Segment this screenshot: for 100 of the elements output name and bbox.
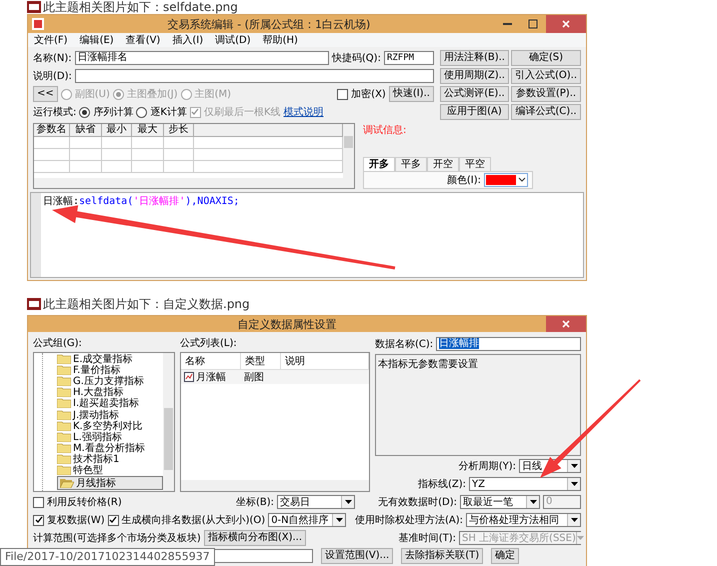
dialog-button[interactable]: 引入公式(O).. bbox=[510, 68, 581, 84]
tree-item[interactable]: 技术指标1 bbox=[57, 454, 163, 465]
shortcut-field[interactable]: RZFPM bbox=[384, 51, 434, 65]
tree-item[interactable]: K.多空势利对比 bbox=[57, 420, 163, 432]
tab[interactable]: 开多 bbox=[363, 157, 395, 171]
empty-cell bbox=[102, 137, 132, 149]
menu-item[interactable]: 调试(D) bbox=[215, 33, 251, 47]
tree-item[interactable]: E.成交量指标 bbox=[57, 353, 163, 364]
dialog-button[interactable]: 公式测评(E).. bbox=[440, 86, 509, 102]
caret-icon bbox=[518, 177, 526, 183]
field-label: 使用时除权处理方法(A): bbox=[355, 514, 464, 527]
folder-icon bbox=[57, 364, 71, 375]
no-data-dropdown[interactable]: 取最近一笔 bbox=[460, 495, 540, 509]
folder-icon bbox=[57, 454, 71, 464]
app-icon bbox=[32, 18, 44, 30]
file-path-tooltip: File/2017-10/2017102314402855937 bbox=[0, 548, 215, 566]
axis-dropdown[interactable]: 交易日 bbox=[277, 495, 355, 509]
data-name-field[interactable]: 日涨幅排 bbox=[436, 337, 581, 351]
name-field[interactable]: 日涨幅排名 bbox=[74, 51, 329, 65]
tree-item[interactable]: I.超买超卖指标 bbox=[57, 398, 163, 409]
color-dropdown[interactable] bbox=[484, 173, 528, 187]
column-header: 参数名 bbox=[34, 124, 70, 137]
menu-item[interactable]: 编辑(E) bbox=[80, 33, 114, 47]
quick-button[interactable]: 快速(I).. bbox=[388, 86, 434, 102]
close-icon bbox=[561, 19, 571, 29]
empty-cell bbox=[34, 137, 70, 149]
folder-icon bbox=[57, 443, 71, 454]
dialog-button[interactable]: 参数设置(P).. bbox=[510, 86, 581, 102]
dialog-button[interactable]: 编译公式(C).. bbox=[510, 104, 581, 120]
checkbox[interactable] bbox=[33, 514, 44, 526]
table-cell-text: 副图 bbox=[244, 371, 264, 384]
tree-item[interactable]: F.量价指标 bbox=[57, 364, 163, 376]
column-header: 最大 bbox=[132, 124, 164, 137]
folder-icon bbox=[57, 410, 71, 420]
menu-item[interactable]: 查看(V) bbox=[126, 33, 160, 47]
menu-item[interactable]: 文件(F) bbox=[34, 33, 68, 47]
checkbox-label: 仅刷最后一根K线 bbox=[204, 106, 280, 119]
tree-item[interactable]: M.看盘分析指标 bbox=[57, 442, 163, 454]
sort-dropdown[interactable]: 0-N自然排序 bbox=[268, 513, 346, 527]
code-editor[interactable]: 日涨幅:selfdata('日涨幅排'),NOAXIS; bbox=[30, 192, 584, 278]
description-field[interactable] bbox=[74, 69, 434, 83]
dialog-button[interactable]: 设置范围(V)... bbox=[321, 548, 394, 564]
collapse-button[interactable]: << bbox=[33, 86, 58, 102]
radio-button[interactable] bbox=[136, 106, 148, 118]
ex-rights-dropdown[interactable]: 与价格处理方法相同 bbox=[466, 513, 581, 527]
checkbox[interactable] bbox=[108, 514, 119, 526]
empty-cell bbox=[70, 149, 102, 161]
tab[interactable]: 平空 bbox=[459, 157, 491, 171]
column-header[interactable]: 说明 bbox=[281, 353, 369, 369]
list-row[interactable]: 月涨幅 副图 bbox=[181, 370, 369, 384]
horizontal-scrollbar[interactable] bbox=[34, 178, 343, 188]
column-header[interactable]: 类型 bbox=[241, 353, 281, 369]
vertical-scrollbar[interactable] bbox=[163, 353, 174, 491]
indicator-line-dropdown[interactable]: YZ bbox=[469, 477, 581, 491]
column-header: 缺省 bbox=[70, 124, 102, 137]
empty-cell bbox=[102, 149, 132, 161]
open-folder-icon bbox=[60, 478, 74, 488]
mode-help-link[interactable]: 模式说明 bbox=[284, 105, 324, 119]
column-header: 步长 bbox=[164, 124, 194, 137]
dialog-button[interactable]: 确定 bbox=[491, 548, 520, 564]
dialog-button[interactable]: 用法注释(B).. bbox=[440, 50, 509, 66]
tree-item[interactable]: G.压力支撑指标 bbox=[57, 375, 163, 387]
field-label: 名称(N): bbox=[33, 52, 72, 65]
checkbox[interactable] bbox=[337, 88, 348, 100]
distribution-button[interactable]: 指标横向分布图(X)... bbox=[204, 530, 306, 546]
field-label: 基准时间(T): bbox=[398, 532, 456, 545]
empty-cell bbox=[132, 149, 164, 161]
horizontal-scrollbar[interactable] bbox=[181, 480, 369, 491]
radio-button[interactable] bbox=[79, 106, 90, 118]
dialog-button[interactable]: 应用于图(A) bbox=[440, 104, 509, 120]
column-header[interactable]: 名称 bbox=[181, 353, 241, 369]
tab[interactable]: 平多 bbox=[395, 157, 427, 171]
minimize-icon bbox=[502, 23, 512, 25]
tree-item[interactable]: H.大盘指标 bbox=[57, 386, 163, 398]
dialog-button[interactable]: 确定(S) bbox=[510, 50, 581, 66]
tree-item[interactable]: J.摆动指标 bbox=[57, 408, 163, 420]
empty-cell bbox=[70, 161, 102, 173]
dialog-button[interactable]: 去除指标关联(T) bbox=[401, 548, 484, 564]
menu-item[interactable]: 帮助(H) bbox=[262, 33, 298, 47]
close-button[interactable] bbox=[546, 15, 586, 33]
png-file-icon bbox=[27, 298, 41, 310]
field-label: 指标线(Z): bbox=[418, 478, 466, 491]
field-label: 说明(D): bbox=[33, 70, 72, 83]
tree-item[interactable]: 月线指标 bbox=[57, 476, 163, 490]
menu-item[interactable]: 插入(I) bbox=[172, 33, 204, 47]
tab[interactable]: 开空 bbox=[427, 157, 459, 171]
tree-item[interactable]: 特色型 bbox=[57, 464, 163, 476]
parameter-note: 本指标无参数需要设置 bbox=[375, 354, 581, 456]
vertical-scrollbar[interactable] bbox=[343, 124, 354, 188]
dialog-button[interactable]: 使用周期(Z).. bbox=[440, 68, 509, 84]
close-button[interactable] bbox=[546, 316, 586, 332]
field-label: 计算范围(可选择多个市场分类及板块) bbox=[33, 532, 201, 545]
radio-label: 主图(M) bbox=[194, 88, 232, 101]
checkbox[interactable] bbox=[33, 496, 44, 508]
tree-item[interactable]: L.强弱指标 bbox=[57, 431, 163, 442]
maximize-icon bbox=[528, 19, 538, 29]
field-label: 分析周期(Y): bbox=[458, 460, 516, 473]
folder-icon bbox=[57, 376, 71, 386]
chart-icon bbox=[184, 372, 194, 382]
checkbox-label: 生成横向排名数据(从大到小)(O) bbox=[122, 514, 266, 527]
